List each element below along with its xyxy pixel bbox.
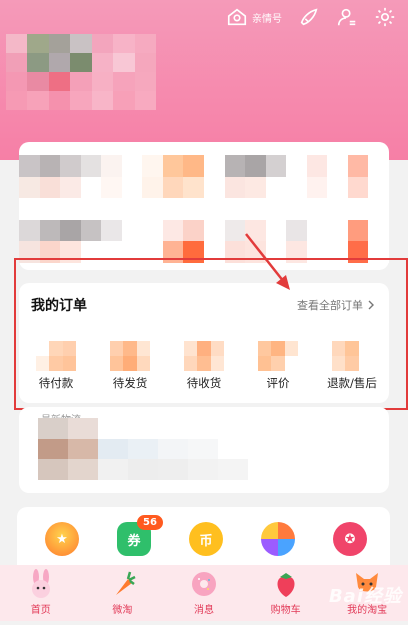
pending-shipment-icon (110, 341, 150, 371)
donut-icon (189, 569, 219, 599)
tab-cart[interactable]: 购物车 (245, 565, 327, 621)
chevron-right-icon (368, 300, 374, 310)
carrot-icon (107, 569, 137, 599)
family-home-icon (227, 8, 247, 26)
coin-icon[interactable]: 币 (189, 522, 223, 556)
game-icon[interactable] (261, 522, 295, 556)
order-item-pending-payment[interactable]: 待付款 (24, 341, 88, 391)
pending-payment-icon (36, 341, 76, 371)
order-item-pending-shipment[interactable]: 待发货 (98, 341, 162, 391)
notification-badge: 56 (137, 515, 163, 530)
family-account-label: 亲情号 (252, 13, 282, 25)
tab-weitao[interactable]: 微淘 (82, 565, 164, 621)
pending-receipt-icon (184, 341, 224, 371)
tab-home[interactable]: 首页 (0, 565, 82, 621)
order-item-label: 待发货 (112, 376, 148, 390)
order-item-label: 评价 (266, 376, 290, 390)
orders-title: 我的订单 (31, 298, 87, 314)
order-item-label: 待付款 (38, 376, 74, 390)
trophy-icon[interactable]: ★ (45, 522, 79, 556)
order-item-label: 待收货 (186, 376, 222, 390)
review-icon (258, 341, 298, 371)
user-settings-icon[interactable] (336, 6, 358, 28)
refund-icon (332, 341, 372, 371)
view-all-orders-label: 查看全部订单 (297, 299, 363, 312)
avatar[interactable] (6, 34, 156, 110)
logistics-mosaic (38, 418, 338, 480)
tab-label: 购物车 (270, 605, 301, 616)
header-toolbar: 亲情号 (226, 6, 396, 28)
skin-brush-icon[interactable] (298, 6, 320, 28)
tab-label: 消息 (193, 605, 214, 616)
tab-messages[interactable]: 消息 (163, 565, 245, 621)
order-item-pending-receipt[interactable]: 待收货 (172, 341, 236, 391)
family-account-button[interactable]: 亲情号 (226, 6, 282, 28)
strawberry-icon (271, 569, 301, 599)
bunny-icon (26, 569, 56, 599)
order-item-label: 退款/售后 (327, 376, 377, 390)
tab-label: 首页 (30, 605, 51, 616)
stats-mosaic[interactable] (19, 155, 389, 263)
orders-card: 我的订单 查看全部订单 待付款 待发货 待收货 评价 退款/售后 (19, 283, 389, 403)
tab-label: 微淘 (112, 605, 133, 616)
order-item-review[interactable]: 评价 (246, 341, 310, 391)
view-all-orders-link[interactable]: 查看全部订单 (297, 297, 375, 313)
order-item-refund[interactable]: 退款/售后 (320, 341, 384, 391)
gear-icon[interactable] (374, 6, 396, 28)
watermark: Bai经验 (328, 586, 402, 607)
medal-icon[interactable]: ✪ (333, 522, 367, 556)
order-status-list: 待付款 待发货 待收货 评价 退款/售后 (19, 341, 389, 391)
